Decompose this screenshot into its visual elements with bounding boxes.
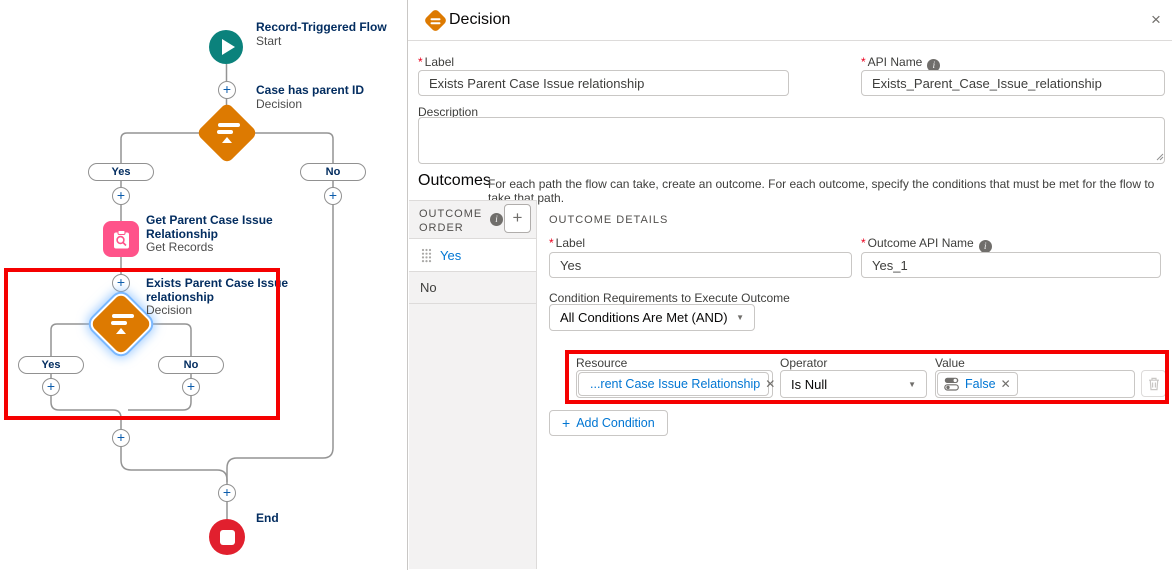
get-records-icon [111, 229, 132, 250]
chevron-down-icon: ▼ [908, 380, 916, 389]
flow-canvas[interactable]: Record-Triggered Flow Start + + + + + + … [0, 0, 407, 570]
label-text: Condition Requirements to Execute Outcom… [549, 291, 790, 305]
value-label: Value [935, 356, 965, 370]
add-condition-button[interactable]: + Add Condition [549, 410, 668, 436]
resource-pill[interactable]: ...rent Case Issue Relationship ✕ [578, 372, 769, 396]
value-pill-label: False [965, 377, 996, 391]
plus-icon: + [562, 415, 570, 431]
decision2-title1: Exists Parent Case Issue [146, 277, 288, 291]
outcome-order-label: No [420, 280, 437, 295]
panel-header: Decision × [408, 0, 1172, 41]
get-records-title1: Get Parent Case Issue [146, 214, 273, 228]
stop-icon [220, 530, 235, 545]
operator-dropdown[interactable]: Is Null ▼ [780, 370, 927, 398]
remove-icon[interactable]: ✕ [1001, 377, 1011, 391]
flow-builder-app: Record-Triggered Flow Start + + + + + + … [0, 0, 1172, 570]
branch-pill-no-2[interactable]: No [158, 356, 224, 374]
outcome-order-label: Yes [440, 248, 461, 263]
decision1-subtitle: Decision [256, 98, 364, 112]
add-element-button[interactable]: + [112, 429, 130, 447]
resource-pill-label: ...rent Case Issue Relationship [590, 377, 760, 391]
add-element-button[interactable]: + [42, 378, 60, 396]
get-records-subtitle: Get Records [146, 241, 273, 255]
end-title: End [256, 512, 279, 526]
start-title: Record-Triggered Flow [256, 21, 387, 35]
value-combobox[interactable]: False ✕ [935, 370, 1135, 398]
end-node[interactable] [209, 519, 245, 555]
toggle-icon [944, 377, 960, 391]
outcome-order-item-no[interactable]: No [409, 272, 536, 304]
label-text: Resource [576, 356, 627, 370]
drag-handle-icon[interactable] [421, 248, 432, 263]
add-element-button[interactable]: + [218, 484, 236, 502]
outcome-label-field-label: *Label [549, 236, 585, 250]
add-element-button[interactable]: + [112, 274, 130, 292]
decision-icon [214, 123, 240, 143]
condition-requirements-label: Condition Requirements to Execute Outcom… [549, 291, 790, 305]
api-name-input[interactable] [861, 70, 1165, 96]
outcome-label-input[interactable] [549, 252, 852, 278]
outcome-order-heading: OUTCOME ORDER [419, 207, 491, 235]
panel-title: Decision [449, 11, 510, 29]
outcome-api-field-label: *Outcome API Namei [861, 236, 992, 253]
required-marker: * [549, 236, 554, 250]
decision2-subtitle: Decision [146, 304, 288, 318]
outcome-details-heading: OUTCOME DETAILS [549, 214, 668, 226]
outcome-api-input[interactable] [861, 252, 1161, 278]
resource-label: Resource [576, 356, 627, 370]
branch-pill-yes-2[interactable]: Yes [18, 356, 84, 374]
remove-icon[interactable]: ✕ [765, 377, 775, 391]
add-element-button[interactable]: + [218, 81, 236, 99]
add-condition-label: Add Condition [576, 416, 655, 430]
label-text: Operator [780, 356, 827, 370]
start-node-label: Record-Triggered Flow Start [256, 21, 387, 48]
decision-icon [108, 314, 134, 334]
decision-editor-panel: Decision × *Label *API Namei Description… [407, 0, 1172, 570]
branch-pill-no[interactable]: No [300, 163, 366, 181]
label-text: Label [425, 55, 454, 69]
branch-pill-yes[interactable]: Yes [88, 163, 154, 181]
end-node-label: End [256, 512, 279, 526]
close-icon[interactable]: × [1151, 10, 1161, 30]
add-element-button[interactable]: + [182, 378, 200, 396]
label-field-label: *Label [418, 55, 454, 69]
add-outcome-button[interactable]: + [504, 204, 531, 233]
outcomes-heading: Outcomes [418, 172, 491, 190]
outcome-order-sidebar: OUTCOME ORDER i + Yes No [409, 200, 537, 569]
label-text: API Name [868, 55, 923, 69]
start-node[interactable] [209, 30, 243, 64]
resource-combobox[interactable]: ...rent Case Issue Relationship ✕ [576, 370, 773, 398]
chevron-down-icon: ▼ [736, 313, 744, 322]
info-icon[interactable]: i [490, 213, 503, 226]
operator-label: Operator [780, 356, 827, 370]
decision1-label: Case has parent ID Decision [256, 84, 364, 111]
start-subtitle: Start [256, 35, 387, 49]
label-text: Label [556, 236, 585, 250]
get-records-label: Get Parent Case Issue Relationship Get R… [146, 214, 273, 255]
decision2-title2: relationship [146, 291, 288, 305]
label-input[interactable] [418, 70, 789, 96]
trash-icon [1148, 377, 1160, 391]
label-text: Outcome API Name [868, 236, 974, 250]
dropdown-value: All Conditions Are Met (AND) [560, 310, 728, 325]
add-element-button[interactable]: + [112, 187, 130, 205]
decision-icon [423, 8, 447, 32]
decision2-label: Exists Parent Case Issue relationship De… [146, 277, 288, 318]
play-icon [222, 39, 235, 55]
required-marker: * [861, 55, 866, 69]
decision1-title: Case has parent ID [256, 84, 364, 98]
delete-condition-button[interactable] [1141, 370, 1166, 397]
description-textarea[interactable] [418, 117, 1165, 164]
required-marker: * [418, 55, 423, 69]
value-pill[interactable]: False ✕ [937, 372, 1018, 396]
condition-requirements-dropdown[interactable]: All Conditions Are Met (AND) ▼ [549, 304, 755, 331]
get-records-title2: Relationship [146, 228, 273, 242]
add-element-button[interactable]: + [324, 187, 342, 205]
outcome-order-item-yes[interactable]: Yes [409, 238, 536, 272]
label-text: Value [935, 356, 965, 370]
required-marker: * [861, 236, 866, 250]
dropdown-value: Is Null [791, 377, 827, 392]
get-records-node[interactable] [103, 221, 139, 257]
outcomes-helper-text: For each path the flow can take, create … [488, 177, 1172, 205]
